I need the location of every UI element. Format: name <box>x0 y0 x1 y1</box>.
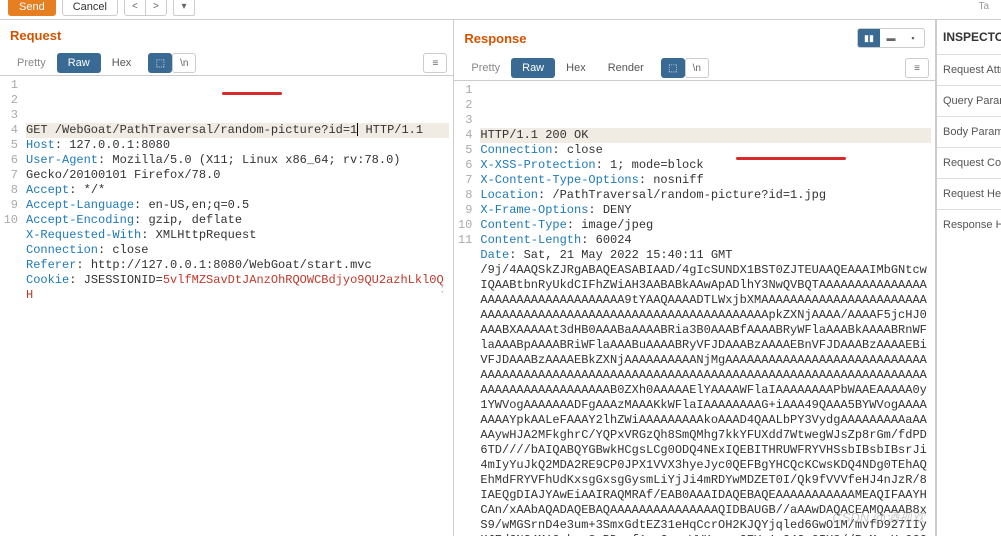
next-button[interactable]: > <box>145 0 167 16</box>
request-panel: Request Pretty Raw Hex ⬚ \n ≡ 1234567891… <box>0 20 454 536</box>
response-viewer[interactable]: 1234567891011 HTTP/1.1 200 OKConnection:… <box>454 81 935 536</box>
dropdown-button[interactable]: ▾ <box>173 0 195 16</box>
inspector-title: INSPECTOR <box>937 20 1001 54</box>
inspector-item[interactable]: Request Headers <box>937 178 1001 209</box>
newline-icon[interactable]: \n <box>172 53 196 73</box>
vsplit-icon[interactable]: ▮▮ <box>858 29 880 47</box>
menu-icon[interactable]: ≡ <box>423 53 447 73</box>
inspector-item[interactable]: Query Parameters <box>937 85 1001 116</box>
tab-pretty[interactable]: Pretty <box>6 53 57 73</box>
watermark: CSDN @酒孤欢 <box>832 507 925 526</box>
inspector-item[interactable]: Response Headers <box>937 209 1001 240</box>
single-icon[interactable]: ▪ <box>902 29 924 47</box>
menu-icon-resp[interactable]: ≡ <box>905 58 929 78</box>
tab-render-resp[interactable]: Render <box>597 58 655 78</box>
drag-handle-icon[interactable]: ⋮ <box>435 278 449 295</box>
cancel-button[interactable]: Cancel <box>62 0 118 16</box>
prev-button[interactable]: < <box>124 0 146 16</box>
target-label: Ta <box>978 1 993 12</box>
inspector-item[interactable]: Request Cookies <box>937 147 1001 178</box>
response-title: Response <box>464 31 526 46</box>
layout-icon[interactable]: ⬚ <box>148 53 172 73</box>
request-title: Request <box>10 28 61 43</box>
layout-toggle[interactable]: ▮▮ ▬ ▪ <box>857 28 925 48</box>
send-button[interactable]: Send <box>8 0 56 16</box>
inspector-item[interactable]: Body Parameters <box>937 116 1001 147</box>
request-editor[interactable]: 12345678910 GET /WebGoat/PathTraversal/r… <box>0 76 453 536</box>
layout-icon-resp[interactable]: ⬚ <box>661 58 685 78</box>
hsplit-icon[interactable]: ▬ <box>880 29 902 47</box>
tab-hex-resp[interactable]: Hex <box>555 58 597 78</box>
tab-raw[interactable]: Raw <box>57 53 101 73</box>
tab-pretty-resp[interactable]: Pretty <box>460 58 511 78</box>
tab-hex[interactable]: Hex <box>101 53 143 73</box>
inspector-panel: INSPECTOR Request AttributesQuery Parame… <box>936 20 1001 536</box>
tab-raw-resp[interactable]: Raw <box>511 58 555 78</box>
inspector-item[interactable]: Request Attributes <box>937 54 1001 85</box>
newline-icon-resp[interactable]: \n <box>685 58 709 78</box>
response-panel: Response ▮▮ ▬ ▪ Pretty Raw Hex Render ⬚ … <box>454 20 936 536</box>
